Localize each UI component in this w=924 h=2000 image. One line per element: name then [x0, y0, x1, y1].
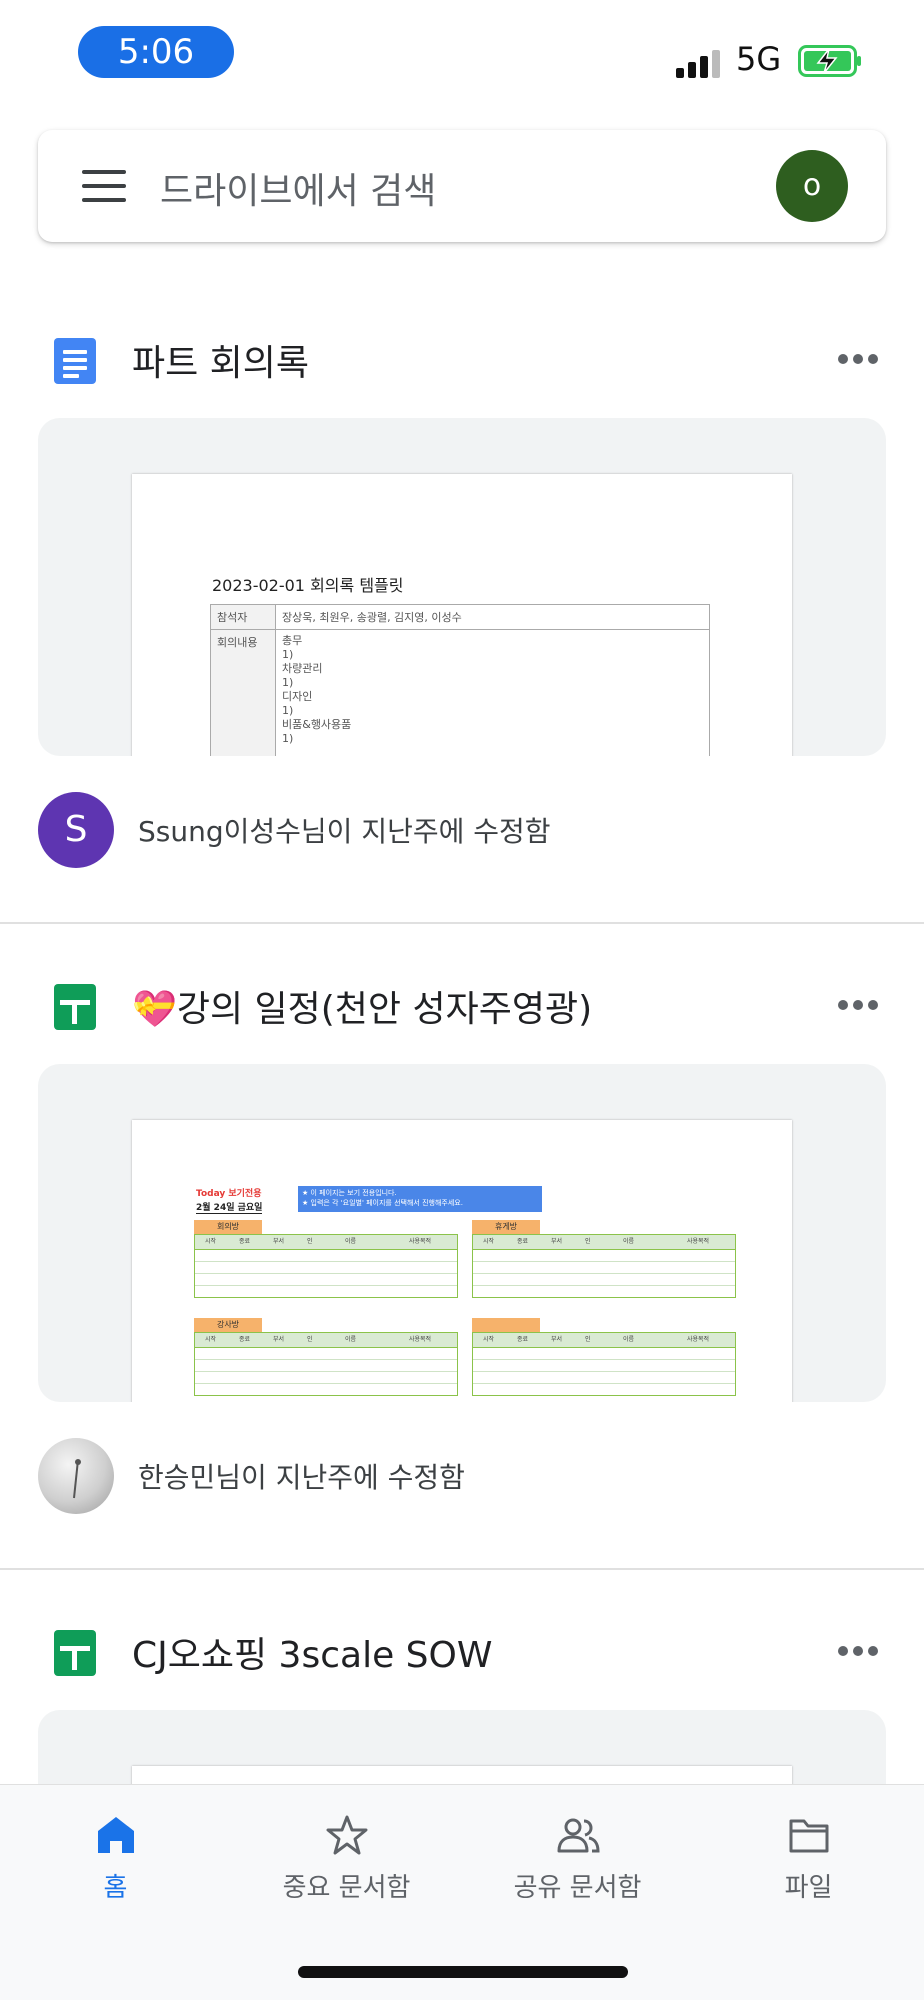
file-thumbnail[interactable]: Today 보기전용 2월 24일 금요일 ★ 이 페이지는 보기 전용입니다.…: [38, 1064, 886, 1402]
modified-info: 한승민님이 지난주에 수정함: [0, 1426, 924, 1526]
file-card[interactable]: 💝강의 일정(천안 성자주영광) Today 보기전용 2월 24일 금요일 ★…: [0, 966, 924, 1566]
home-icon: [98, 1817, 134, 1853]
battery-charging-icon: [798, 45, 861, 77]
spreadsheet-preview: [132, 1766, 792, 1784]
home-indicator[interactable]: [298, 1966, 628, 1978]
preview-today: Today 보기전용: [196, 1189, 262, 1199]
room-grid: 시작 종료 부서 인 이름 사용목적: [472, 1332, 736, 1396]
file-title[interactable]: 💝강의 일정(천안 성자주영광): [132, 980, 592, 1032]
preview-date: 2월 24일 금요일: [196, 1200, 263, 1214]
status-bar: 5:06 5G: [0, 0, 924, 110]
nav-label: 중요 문서함: [282, 1873, 411, 1903]
account-avatar[interactable]: o: [776, 150, 848, 222]
user-avatar: [38, 1438, 114, 1514]
nav-home[interactable]: 홈: [0, 1805, 231, 1915]
nav-starred[interactable]: 중요 문서함: [231, 1805, 462, 1915]
room-name: [472, 1318, 540, 1332]
preview-banner: ★ 이 페이지는 보기 전용입니다. ★ 입력은 각 '요일별' 페이지를 선택…: [298, 1186, 542, 1212]
network-type: 5G: [736, 40, 782, 78]
nav-label: 홈: [103, 1873, 128, 1903]
file-header: 💝강의 일정(천안 성자주영광): [0, 966, 924, 1046]
status-time: 5:06: [78, 26, 234, 78]
file-thumbnail[interactable]: [38, 1710, 886, 1784]
nav-label: 파일: [784, 1873, 833, 1903]
preview-row-value: 장상욱, 최원우, 송광렬, 김지영, 이성수: [275, 604, 710, 630]
search-bar[interactable]: 드라이브에서 검색 o: [38, 130, 886, 242]
nav-shared[interactable]: 공유 문서함: [462, 1805, 693, 1915]
room-grid: 시작 종료 부서 인 이름 사용목적: [194, 1332, 458, 1396]
preview-row-label: 참석자: [210, 604, 276, 630]
file-header: CJ오쇼핑 3scale SOW: [0, 1612, 924, 1692]
google-docs-icon: [54, 338, 96, 384]
file-thumbnail[interactable]: 2023-02-01 회의록 템플릿 참석자 장상욱, 최원우, 송광렬, 김지…: [38, 418, 886, 756]
file-card[interactable]: CJ오쇼핑 3scale SOW: [0, 1612, 924, 1784]
file-card[interactable]: 파트 회의록 2023-02-01 회의록 템플릿 참석자 장상욱, 최원우, …: [0, 320, 924, 920]
file-title[interactable]: 파트 회의록: [132, 334, 309, 386]
search-input[interactable]: 드라이브에서 검색: [160, 162, 436, 214]
more-options-icon[interactable]: [834, 1640, 882, 1664]
preview-row-label: 회의내용: [210, 629, 276, 756]
room-grid: 시작 종료 부서 인 이름 사용목적: [194, 1234, 458, 1298]
file-title[interactable]: CJ오쇼핑 3scale SOW: [132, 1626, 492, 1678]
room-name: 휴게방: [472, 1220, 540, 1234]
document-preview: 2023-02-01 회의록 템플릿 참석자 장상욱, 최원우, 송광렬, 김지…: [132, 474, 792, 756]
room-name: 회의방: [194, 1220, 262, 1234]
folder-icon: [789, 1819, 829, 1853]
hamburger-menu-icon[interactable]: [82, 170, 126, 202]
more-options-icon[interactable]: [834, 348, 882, 372]
room-name: 강사방: [194, 1318, 262, 1332]
spreadsheet-preview: Today 보기전용 2월 24일 금요일 ★ 이 페이지는 보기 전용입니다.…: [132, 1120, 792, 1402]
room-grid: 시작 종료 부서 인 이름 사용목적: [472, 1234, 736, 1298]
nav-label: 공유 문서함: [513, 1873, 642, 1903]
preview-table: 참석자 장상욱, 최원우, 송광렬, 김지영, 이성수 회의내용 총무 1) 차…: [210, 604, 710, 756]
avatar-photo-icon: [73, 1459, 81, 1499]
divider: [0, 922, 924, 924]
nav-files[interactable]: 파일: [693, 1805, 924, 1915]
modified-text: 한승민님이 지난주에 수정함: [138, 1461, 465, 1494]
preview-heading: 2023-02-01 회의록 템플릿: [212, 576, 404, 595]
preview-row-value: 총무 1) 차량관리 1) 디자인 1) 비품&행사용품 1): [275, 629, 710, 756]
modified-text: Ssung이성수님이 지난주에 수정함: [138, 815, 551, 848]
google-sheets-icon: [54, 1630, 96, 1676]
cellular-signal-icon: [676, 46, 722, 78]
divider: [0, 1568, 924, 1570]
more-options-icon[interactable]: [834, 994, 882, 1018]
user-avatar: S: [38, 792, 114, 868]
people-icon: [557, 1818, 600, 1853]
modified-info: S Ssung이성수님이 지난주에 수정함: [0, 780, 924, 880]
file-header: 파트 회의록: [0, 320, 924, 400]
star-icon: [326, 1815, 368, 1855]
google-sheets-icon: [54, 984, 96, 1030]
